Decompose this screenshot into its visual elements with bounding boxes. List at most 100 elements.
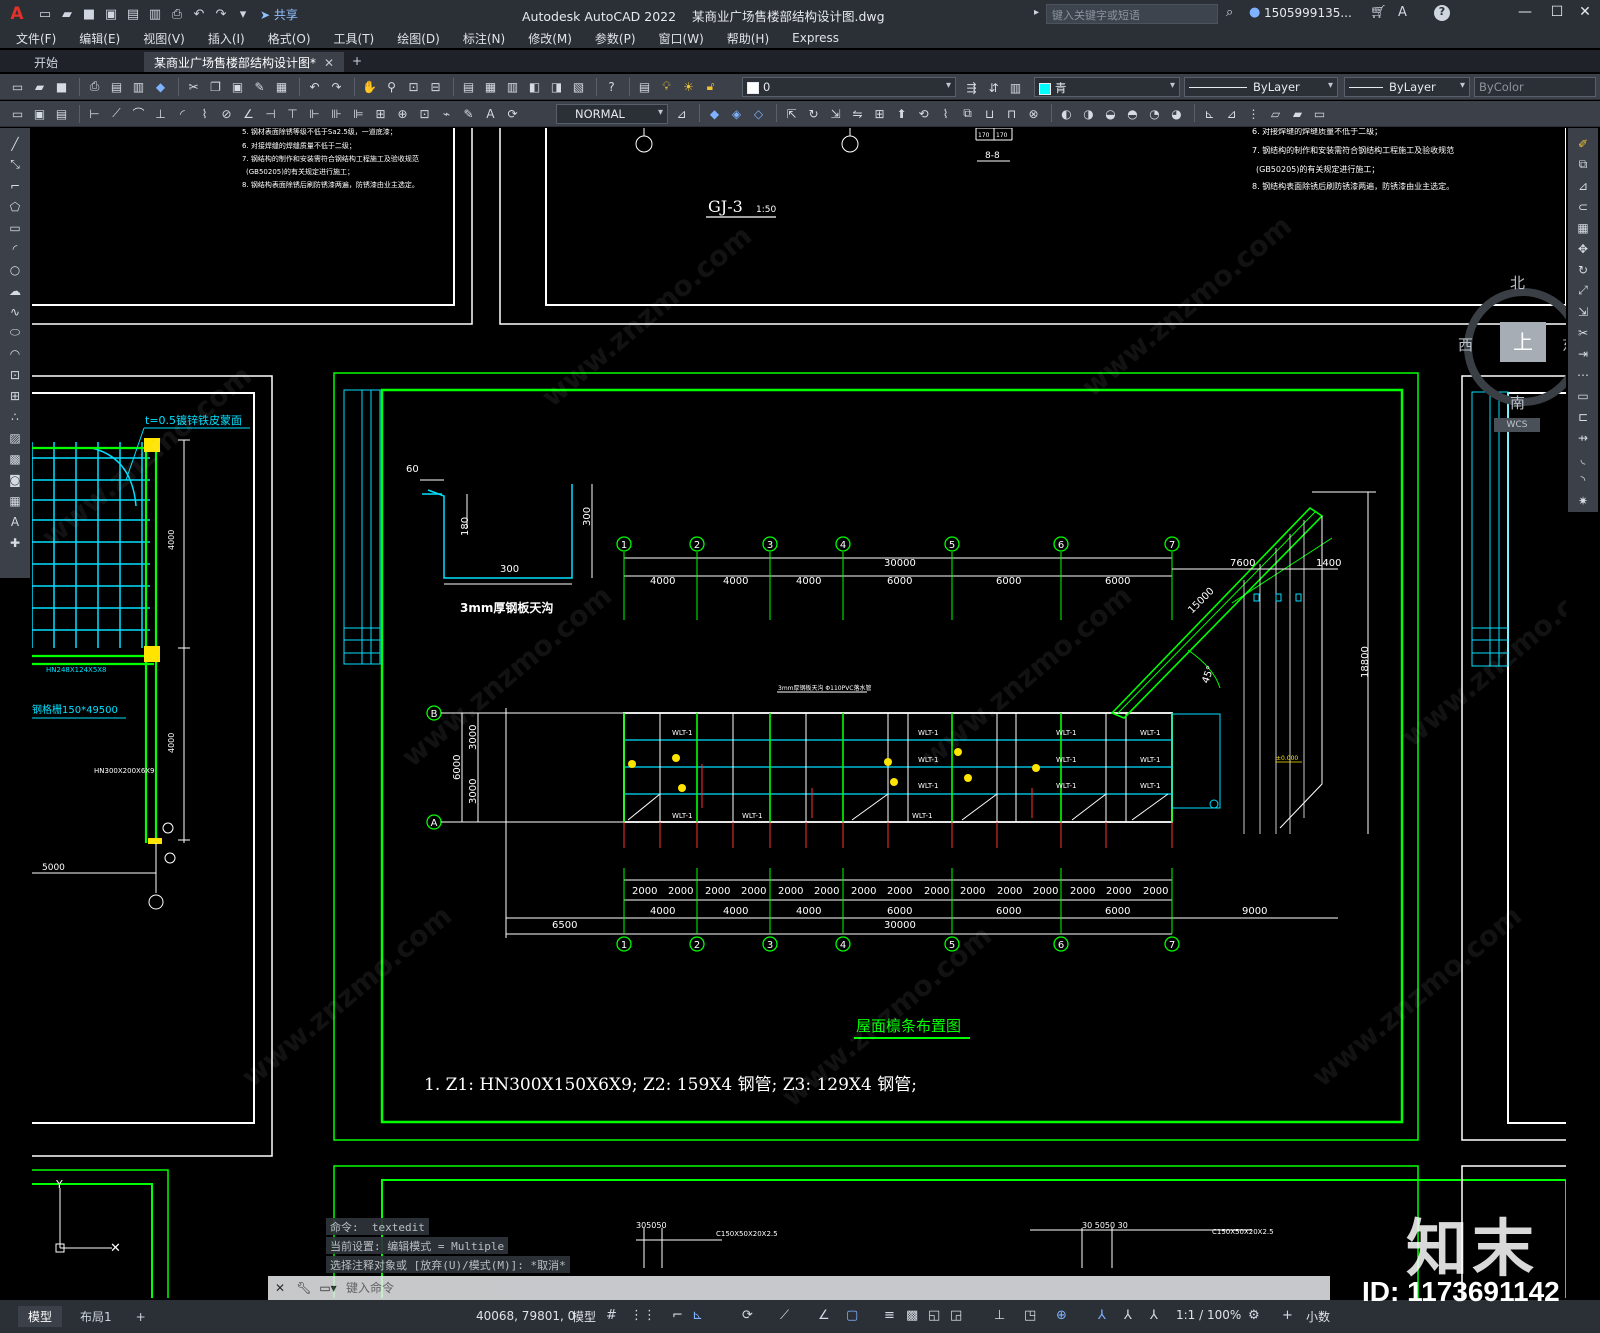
plotstyle-dropdown[interactable]: ByColor bbox=[1474, 77, 1596, 97]
fillet-icon[interactable]: ◟ bbox=[1574, 449, 1593, 468]
union-icon[interactable]: ⊔ bbox=[980, 104, 999, 123]
subtract-icon[interactable]: ⊓ bbox=[1002, 104, 1021, 123]
grid-icon[interactable]: # bbox=[606, 1308, 617, 1323]
aligned-dim-icon[interactable]: ⟋ bbox=[107, 104, 126, 123]
join-icon[interactable]: ⊏ bbox=[1574, 407, 1593, 426]
redo-icon[interactable]: ↷ bbox=[327, 77, 346, 96]
cut-icon[interactable]: ✂ bbox=[184, 77, 203, 96]
align-3d-icon[interactable]: ⇲ bbox=[826, 104, 845, 123]
move-3d-icon[interactable]: ⇱ bbox=[782, 104, 801, 123]
quick-access-dropdown-icon[interactable]: ▾ bbox=[232, 3, 254, 25]
continue-dim-icon[interactable]: ⊩ bbox=[305, 104, 324, 123]
layout-icon[interactable]: ▣ bbox=[30, 104, 49, 123]
ellipse-icon[interactable]: ⬭ bbox=[6, 323, 25, 342]
customize-icon[interactable]: 🔧︎ bbox=[292, 1281, 316, 1295]
transparency-icon[interactable]: ▩ bbox=[906, 1308, 918, 1323]
search-input[interactable]: 键入关键字或短语 bbox=[1046, 4, 1218, 24]
ucs-icon[interactable]: ⊾ bbox=[1200, 104, 1219, 123]
gizmo-icon[interactable]: ⊕ bbox=[1056, 1308, 1067, 1323]
tab-drawing[interactable]: 某商业广场售楼部结构设计图* ✕ bbox=[144, 52, 345, 72]
materials-icon[interactable]: ◒ bbox=[1101, 104, 1120, 123]
scale-icon[interactable]: ⤢ bbox=[1574, 281, 1593, 300]
ucs-object-icon[interactable]: ▰ bbox=[1288, 104, 1307, 123]
mirror-icon[interactable]: ⊿ bbox=[1574, 176, 1593, 195]
copy-object-icon[interactable]: ⧉ bbox=[1574, 155, 1593, 174]
insert-block-icon[interactable]: ⊡ bbox=[6, 365, 25, 384]
visual-style-icon[interactable]: ◐ bbox=[1057, 104, 1076, 123]
array-3d-icon[interactable]: ⊞ bbox=[870, 104, 889, 123]
viewcube-face[interactable]: 上 bbox=[1500, 322, 1546, 362]
units[interactable]: 小数 bbox=[1306, 1308, 1330, 1325]
autodesk-app-icon[interactable]: A bbox=[1398, 5, 1407, 20]
isodraft-icon[interactable]: ⟋ bbox=[780, 1308, 789, 1323]
selection-filter-icon[interactable]: ◳ bbox=[1024, 1308, 1036, 1323]
drawing-canvas[interactable]: 5. 钢材表面除锈等级不低于Sa2.5级，一道底漆； 6. 对接焊缝的焊缝质量不… bbox=[32, 128, 1566, 1298]
linear-dim-icon[interactable]: ⊢ bbox=[85, 104, 104, 123]
zoom-previous-icon[interactable]: ⊟ bbox=[426, 77, 445, 96]
polygon-icon[interactable]: ⬠ bbox=[6, 197, 25, 216]
user-account[interactable]: 1505999135... bbox=[1264, 6, 1352, 20]
otrack-icon[interactable]: ∠ bbox=[818, 1308, 830, 1323]
line-icon[interactable]: ╱ bbox=[6, 134, 25, 153]
tab-layout1[interactable]: 布局1 bbox=[70, 1306, 122, 1327]
match-properties-icon[interactable]: ✎ bbox=[250, 77, 269, 96]
wcs-menu[interactable]: WCS bbox=[1494, 418, 1540, 432]
dim-style-icon[interactable]: ⊿ bbox=[672, 104, 691, 123]
paste-icon[interactable]: ▣ bbox=[228, 77, 247, 96]
menu-express[interactable]: Express bbox=[792, 31, 839, 45]
ucs-previous-icon[interactable]: ⋮ bbox=[1244, 104, 1263, 123]
open-icon[interactable]: ▰ bbox=[30, 77, 49, 96]
design-center-icon[interactable]: ▦ bbox=[481, 77, 500, 96]
ortho-icon[interactable]: ⊾ bbox=[692, 1308, 703, 1323]
menu-modify[interactable]: 修改(M) bbox=[528, 30, 572, 47]
layer-properties-icon[interactable]: ▤ bbox=[635, 77, 654, 96]
center-mark-icon[interactable]: ⊕ bbox=[393, 104, 412, 123]
command-input[interactable] bbox=[340, 1278, 1326, 1298]
stretch-icon[interactable]: ⇲ bbox=[1574, 302, 1593, 321]
search-expand-icon[interactable]: ▸ bbox=[1034, 7, 1039, 18]
sheet-set-icon[interactable]: ◧ bbox=[525, 77, 544, 96]
gradient-icon[interactable]: ▩ bbox=[6, 449, 25, 468]
snap-icon[interactable]: ⋮⋮ bbox=[630, 1308, 656, 1323]
share-button[interactable]: ➤ 共享 bbox=[260, 6, 298, 23]
menu-file[interactable]: 文件(F) bbox=[16, 30, 56, 47]
dim-break-icon[interactable]: ⊫ bbox=[349, 104, 368, 123]
3d-osnap-icon[interactable]: ◲ bbox=[950, 1308, 962, 1323]
minimize-icon[interactable]: — bbox=[1512, 4, 1538, 24]
layer-freeze-icon[interactable]: ☀ bbox=[679, 77, 698, 96]
selection-cycling-icon[interactable]: ◱ bbox=[928, 1308, 940, 1323]
construction-line-icon[interactable]: ⤡ bbox=[6, 155, 25, 174]
compass-north[interactable]: 北 bbox=[1510, 272, 1525, 293]
layer-lock-icon[interactable]: 🔓︎ bbox=[701, 77, 720, 96]
menu-view[interactable]: 视图(V) bbox=[143, 30, 185, 47]
osnap-icon[interactable]: ▢ bbox=[846, 1308, 858, 1323]
zoom-window-icon[interactable]: ⊡ bbox=[404, 77, 423, 96]
annotation-scale[interactable]: 1:1 / 100% bbox=[1176, 1308, 1241, 1322]
block-editor-icon[interactable]: ▦ bbox=[272, 77, 291, 96]
save-icon[interactable]: ■ bbox=[78, 3, 100, 25]
camera-icon[interactable]: ◔ bbox=[1145, 104, 1164, 123]
close-icon[interactable]: ✕ bbox=[1572, 4, 1598, 24]
ucs-face-icon[interactable]: ▱ bbox=[1266, 104, 1285, 123]
polyline-icon[interactable]: ⌐ bbox=[6, 176, 25, 195]
annotation-scale-icon[interactable]: ⅄ bbox=[1150, 1308, 1158, 1323]
plot-preview-icon[interactable]: ▤ bbox=[107, 77, 126, 96]
dimstyle-dropdown[interactable]: NORMAL ▾ bbox=[556, 104, 668, 124]
cart-icon[interactable]: 🛒︎ bbox=[1370, 5, 1387, 20]
lineweight-dropdown[interactable]: ByLayer ▾ bbox=[1344, 77, 1470, 97]
rotate-3d-icon[interactable]: ↻ bbox=[804, 104, 823, 123]
baseline-dim-icon[interactable]: ⊤ bbox=[283, 104, 302, 123]
new-icon[interactable]: ▭ bbox=[8, 77, 27, 96]
open-file-icon[interactable]: ▰ bbox=[56, 3, 78, 25]
ellipse-arc-icon[interactable]: ◠ bbox=[6, 344, 25, 363]
annomonitor-icon[interactable]: + bbox=[1282, 1308, 1293, 1323]
tab-model[interactable]: 模型 bbox=[18, 1306, 63, 1327]
add-selected-icon[interactable]: ✚ bbox=[6, 533, 25, 552]
pan-icon[interactable]: ✋ bbox=[360, 77, 379, 96]
tool-palettes-icon[interactable]: ▥ bbox=[503, 77, 522, 96]
erase-icon[interactable]: ✐ bbox=[1574, 134, 1593, 153]
zoom-realtime-icon[interactable]: ⚲ bbox=[382, 77, 401, 96]
inspection-icon[interactable]: ⊡ bbox=[415, 104, 434, 123]
dim-space-icon[interactable]: ⊪ bbox=[327, 104, 346, 123]
arc-icon[interactable]: ◜ bbox=[6, 239, 25, 258]
